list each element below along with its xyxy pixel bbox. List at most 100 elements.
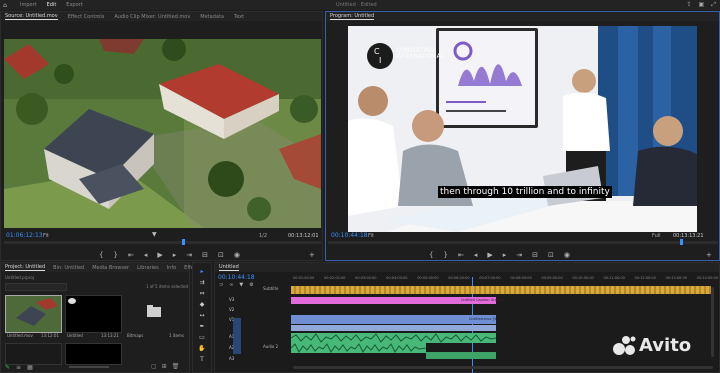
project-search-input[interactable] [5,283,67,291]
pen-icon[interactable]: ✎ [5,364,10,371]
zoom-slider[interactable] [69,366,109,368]
program-fit-select[interactable]: Fit [368,233,374,239]
project-item-name: Untitled [67,333,83,338]
quick-export-icon[interactable]: ⇪ [686,1,691,9]
project-title: Untitled - Edited [336,2,377,8]
hand-tool-icon[interactable]: ✋ [198,345,205,352]
export-frame-icon[interactable]: ◉ [234,251,240,259]
source-timecode[interactable]: 01:06:12:13 [6,232,43,239]
fullscreen-icon[interactable]: ⤢ [711,1,716,9]
track-v2[interactable]: V2 [229,307,234,312]
extract-icon[interactable]: ⊡ [548,251,554,259]
tab-info[interactable]: Info [167,265,176,271]
selection-tool-icon[interactable]: ▸ [200,268,203,275]
ripple-edit-icon[interactable]: ⇔ [199,290,204,297]
trash-icon[interactable]: 🗑 [172,363,180,370]
tab-bin[interactable]: Bin: Untitled [53,265,84,271]
settings-icon[interactable]: ⚙ [249,282,253,288]
timeline-vertical-scrollbar[interactable] [711,287,714,357]
project-item-duration: 13:12:01 [41,333,59,338]
prog-go-to-in-icon[interactable]: ⇤ [458,251,464,259]
step-back-icon[interactable]: ◂ [144,251,148,259]
step-forward-icon[interactable]: ▸ [173,251,177,259]
new-bin-icon[interactable]: ▢ [151,363,157,370]
prog-step-back-icon[interactable]: ◂ [474,251,478,259]
source-playhead[interactable] [182,239,185,245]
icon-view-icon[interactable]: ▦ [27,364,33,371]
button-editor-icon[interactable]: + [309,251,315,259]
prog-play-icon[interactable]: ▶ [487,251,492,259]
workspace-icon[interactable]: ▣ [699,1,705,9]
tab-text[interactable]: Text [234,14,244,20]
home-icon[interactable]: ⌂ [0,2,10,9]
tab-media-browser[interactable]: Media Browser [92,265,129,271]
timeline-panel: Untitled 00:10:44:18 ⊃ ∞ ▼ ⚙ 00:01:00:00… [214,262,720,373]
project-item-thumb[interactable] [5,295,62,333]
new-item-icon[interactable]: ⊞ [162,363,167,370]
source-scrubber[interactable] [4,239,321,245]
program-playhead[interactable] [680,239,683,245]
program-timecode[interactable]: 00:10:44:18 [331,232,368,239]
overwrite-icon[interactable]: ⊡ [218,251,224,259]
project-item-thumb[interactable] [5,343,62,365]
snap-icon[interactable]: ⊃ [219,282,223,288]
timeline-horizontal-scrollbar[interactable] [293,366,713,369]
list-view-icon[interactable]: ≡ [16,364,21,371]
timeline-timecode[interactable]: 00:10:44:18 [218,274,255,281]
type-tool-icon[interactable]: T [200,356,204,363]
slip-icon[interactable]: ↔ [199,312,204,319]
add-marker-icon[interactable]: ▼ [239,282,243,288]
source-resolution-select[interactable]: 1/2 [259,233,267,239]
video-clip-lower[interactable] [291,325,496,331]
linked-selection-icon[interactable]: ∞ [229,282,233,288]
prog-go-to-out-icon[interactable]: ⇥ [516,251,522,259]
audio-clip-a2[interactable] [291,343,426,353]
tab-audio-clip-mixer[interactable]: Audio Clip Mixer: Untitled.mov [114,14,190,20]
project-item-thumb[interactable] [125,295,180,331]
subtitle-track-clips[interactable] [291,286,711,294]
lift-icon[interactable]: ⊟ [532,251,538,259]
track-a3[interactable]: A3 [229,356,234,361]
go-to-in-icon[interactable]: ⇤ [128,251,134,259]
timeline-ruler[interactable]: 00:01:00:00 00:02:00:00 00:03:00:00 00:04:0… [293,276,718,282]
audio-clip-a1[interactable] [291,333,496,343]
audio-clip-a2b[interactable] [426,352,496,359]
source-fit-select[interactable]: Fit [43,233,49,239]
source-video-frame [4,39,321,228]
audio-track-name: Audio 2 [263,344,279,349]
graphic-clip[interactable]: Untitled Caption Graphic [291,297,504,304]
go-to-out-icon[interactable]: ⇥ [186,251,192,259]
tab-metadata[interactable]: Metadata [200,14,224,20]
track-select-icon[interactable]: ⇉ [199,279,204,286]
project-item-thumb[interactable] [65,343,122,365]
program-quality-select[interactable]: Full [652,233,661,239]
prog-step-forward-icon[interactable]: ▸ [503,251,507,259]
project-file-name: Untitled.prproj [5,275,34,280]
menu-export[interactable]: Export [66,2,82,8]
marker-icon[interactable]: ▼ [152,231,157,238]
program-scrubber[interactable] [328,239,718,245]
tab-source[interactable]: Source: Untitled.mov [5,13,58,20]
mark-in-icon[interactable]: { [99,251,103,259]
tab-effect-controls[interactable]: Effect Controls [68,14,105,20]
program-monitor: Program: Untitled C I CONSULTING INTERNA… [325,11,720,261]
prog-button-editor-icon[interactable]: + [706,251,712,259]
razor-icon[interactable]: ◆ [200,301,205,308]
menu-edit[interactable]: Edit [47,2,57,8]
rectangle-tool-icon[interactable]: ▭ [199,334,205,341]
track-v3[interactable]: V3 [229,297,234,302]
track-targeting[interactable] [233,318,241,354]
tab-libraries[interactable]: Libraries [137,265,159,271]
video-clip[interactable]: Untitled.mov [V] [291,315,498,324]
prog-export-frame-icon[interactable]: ◉ [564,251,570,259]
pen-tool-icon[interactable]: ✒ [199,323,204,330]
play-icon[interactable]: ▶ [157,251,162,259]
tab-sequence[interactable]: Untitled [219,264,239,271]
tab-program[interactable]: Program: Untitled [330,13,375,20]
menu-import[interactable]: Import [20,2,37,8]
prog-mark-out-icon[interactable]: } [443,251,447,259]
insert-icon[interactable]: ⊟ [202,251,208,259]
mark-out-icon[interactable]: } [113,251,117,259]
tab-project[interactable]: Project: Untitled [5,264,46,271]
prog-mark-in-icon[interactable]: { [429,251,433,259]
